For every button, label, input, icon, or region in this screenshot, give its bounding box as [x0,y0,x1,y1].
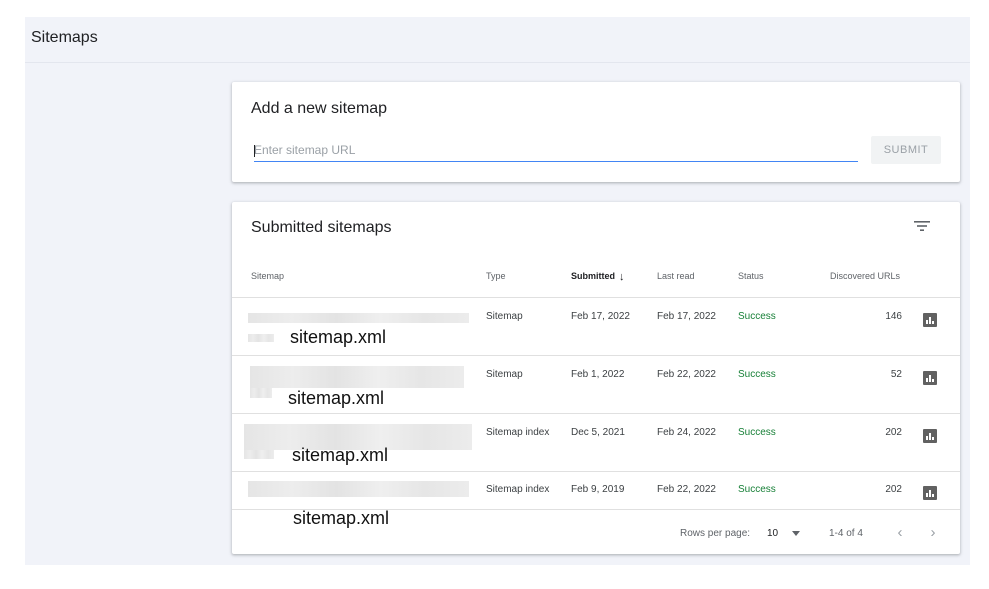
table-header: Sitemap Type Submitted ↓ Last read Status… [232,265,960,298]
row-last-read: Feb 22, 2022 [657,484,716,495]
row-status: Success [738,369,776,380]
row-submitted: Feb 9, 2019 [571,484,625,495]
column-header-status[interactable]: Status [738,271,764,281]
bar-chart-icon[interactable] [923,429,937,443]
sitemap-name: sitemap.xml [288,388,385,408]
redacted-url [250,388,272,398]
sitemap-name: sitemap.xml [290,327,387,347]
row-type: Sitemap index [486,484,550,495]
column-header-last-read[interactable]: Last read [657,271,695,281]
row-type: Sitemap index [486,427,550,438]
row-status: Success [738,311,776,322]
submit-button[interactable]: SUBMIT [871,136,941,164]
chevron-down-icon[interactable] [792,531,800,536]
bar-chart-icon[interactable] [923,486,937,500]
sitemap-url-input[interactable] [254,140,858,162]
page-header: Sitemaps [25,17,970,63]
row-status: Success [738,484,776,495]
table-row[interactable]: sitemap.xml Sitemap index Dec 5, 2021 Fe… [232,415,960,472]
row-type: Sitemap [486,369,523,380]
row-discovered-urls: 52 [890,369,902,380]
table-pagination: Rows per page: 10 1-4 of 4 ‹ › [232,518,960,548]
page-title: Sitemaps [31,29,98,46]
row-discovered-urls: 202 [885,484,902,495]
chevron-right-icon[interactable]: › [926,524,940,541]
row-submitted: Dec 5, 2021 [571,427,625,438]
submitted-sitemaps-title: Submitted sitemaps [251,219,392,236]
column-header-type[interactable]: Type [486,271,506,281]
table-row[interactable]: sitemap.xml Sitemap Feb 17, 2022 Feb 17,… [232,299,960,356]
row-discovered-urls: 202 [885,427,902,438]
row-type: Sitemap [486,311,523,322]
row-submitted: Feb 1, 2022 [571,369,625,380]
row-last-read: Feb 22, 2022 [657,369,716,380]
redacted-url [248,481,469,497]
sitemaps-page: Sitemaps Add a new sitemap SUBMIT Submit… [25,17,970,565]
table-row[interactable]: sitemap.xml Sitemap index Feb 9, 2019 Fe… [232,472,960,528]
bar-chart-icon[interactable] [923,313,937,327]
column-header-submitted-label: Submitted [571,271,615,281]
pagination-range: 1-4 of 4 [829,528,863,539]
column-header-submitted[interactable]: Submitted ↓ [571,271,625,283]
text-caret [254,145,255,157]
rows-per-page-select[interactable]: 10 [767,528,778,539]
table-row[interactable]: sitemap.xml Sitemap Feb 1, 2022 Feb 22, … [232,357,960,414]
chevron-left-icon[interactable]: ‹ [893,524,907,541]
row-submitted: Feb 17, 2022 [571,311,630,322]
submitted-sitemaps-card: Submitted sitemaps Sitemap Type Submitte… [232,202,960,554]
add-sitemap-card: Add a new sitemap SUBMIT [232,82,960,182]
redacted-url [248,334,274,342]
rows-per-page-label: Rows per page: [680,528,751,539]
row-status: Success [738,427,776,438]
redacted-url [250,366,464,388]
row-divider [232,509,960,510]
column-header-sitemap[interactable]: Sitemap [251,271,284,281]
filter-icon[interactable] [913,219,931,233]
sitemap-name: sitemap.xml [292,445,389,465]
add-sitemap-title: Add a new sitemap [251,100,388,117]
bar-chart-icon[interactable] [923,371,937,385]
row-last-read: Feb 17, 2022 [657,311,716,322]
column-header-discovered-urls[interactable]: Discovered URLs [830,271,900,281]
redacted-url [248,313,469,323]
redacted-url [244,450,274,459]
row-last-read: Feb 24, 2022 [657,427,716,438]
row-discovered-urls: 146 [885,311,902,322]
arrow-down-icon: ↓ [619,271,625,283]
